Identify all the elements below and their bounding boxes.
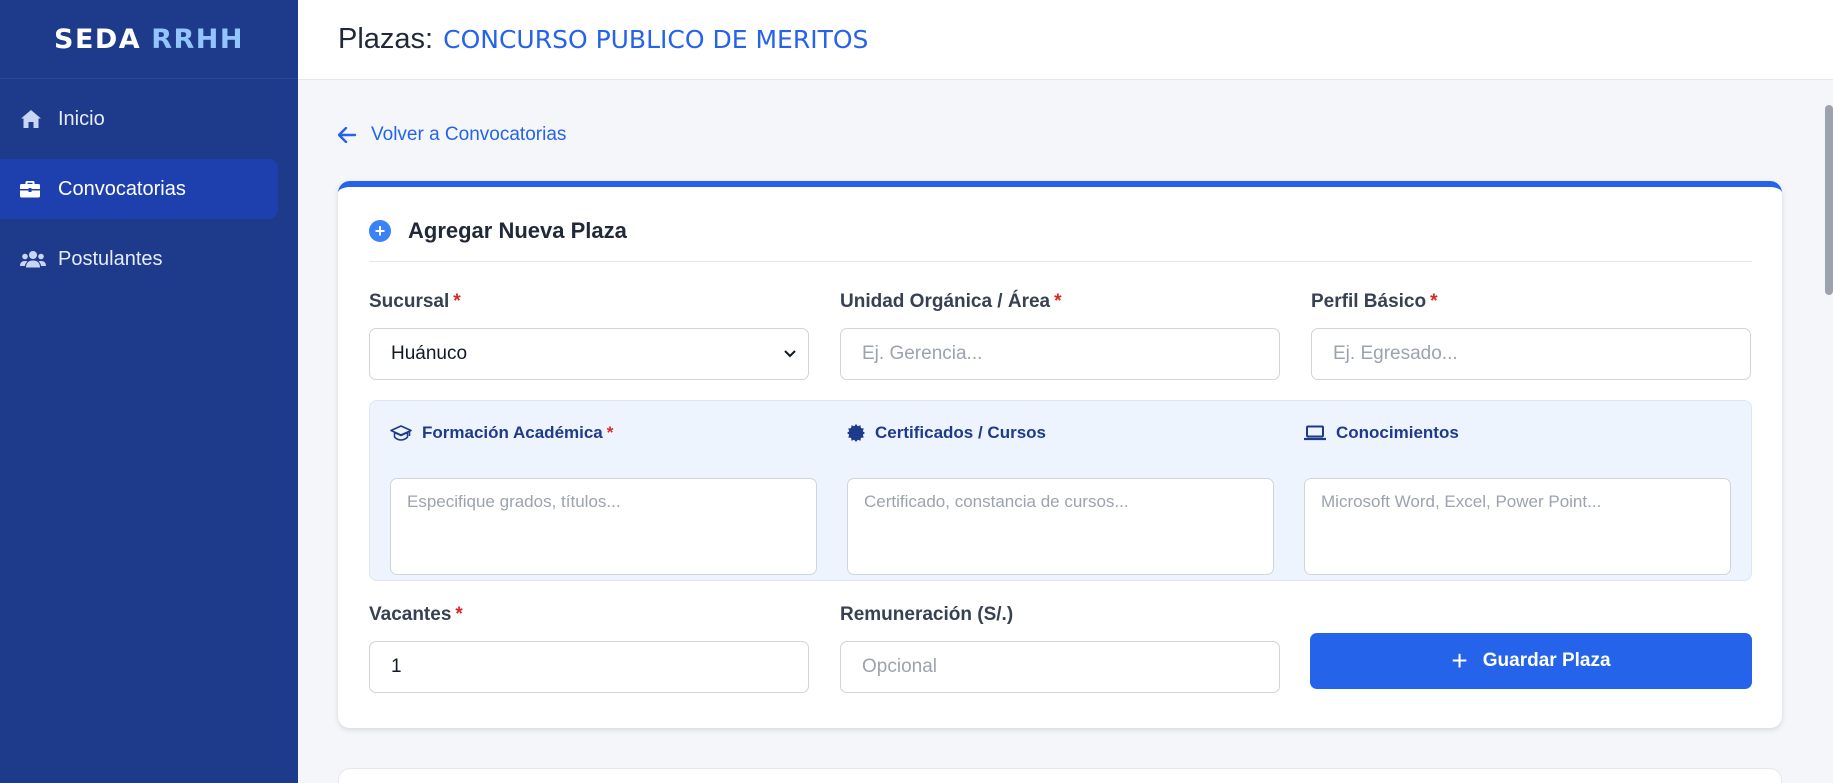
formacion-label: Formación Académica [422, 423, 603, 442]
back-link-label: Volver a Convocatorias [371, 124, 567, 145]
briefcase-icon [20, 180, 48, 198]
unidad-label: Unidad Orgánica / Área [840, 291, 1051, 312]
vacantes-input[interactable]: 1 [369, 641, 809, 693]
users-icon [20, 250, 48, 268]
home-icon [20, 109, 48, 129]
required-mark: * [453, 291, 461, 312]
conocimientos-label: Conocimientos [1336, 423, 1459, 442]
card-title: + Agregar Nueva Plaza [369, 218, 1752, 262]
vacantes-field: Vacantes * 1 [369, 604, 809, 694]
sidebar-item-convocatorias[interactable]: Convocatorias [0, 159, 278, 219]
conocimientos-field: Conocimientos Microsoft Word, Excel, Pow… [1304, 423, 1731, 575]
required-mark: * [1054, 291, 1062, 312]
perfil-label: Perfil Básico [1311, 291, 1427, 312]
scrollbar[interactable] [1825, 80, 1833, 783]
save-plaza-label: Guardar Plaza [1482, 650, 1611, 671]
save-plaza-button[interactable]: + Guardar Plaza [1310, 633, 1752, 689]
sucursal-field: Sucursal * Huánuco [369, 291, 809, 381]
laptop-icon [1304, 425, 1326, 441]
scrollbar-thumb[interactable] [1825, 105, 1833, 295]
requirements-panel: Formación Académica * Especifique grados,… [369, 400, 1752, 581]
chevron-down-icon [784, 350, 796, 358]
page-title-label: Plazas: [338, 23, 434, 55]
sidebar: SEDA RRHH Inicio Convocatorias Postulante… [0, 0, 298, 783]
remuneracion-field: Remuneración (S/.) Opcional [840, 604, 1280, 694]
brand-logo[interactable]: SEDA RRHH [0, 0, 298, 79]
required-mark: * [455, 604, 463, 625]
unidad-field: Unidad Orgánica / Área * Ej. Gerencia... [840, 291, 1280, 381]
sidebar-item-label: Convocatorias [58, 177, 186, 200]
sucursal-value: Huánuco [391, 343, 468, 364]
conocimientos-textarea[interactable]: Microsoft Word, Excel, Power Point... [1304, 478, 1731, 575]
sidebar-nav: Inicio Convocatorias Postulantes [0, 79, 298, 289]
vacantes-label: Vacantes [369, 604, 452, 625]
plus-icon: + [1451, 645, 1468, 676]
certificados-textarea[interactable]: Certificado, constancia de cursos... [847, 478, 1274, 575]
remuneracion-input[interactable]: Opcional [840, 641, 1280, 693]
formacion-field: Formación Académica * Especifique grados,… [390, 423, 817, 575]
sidebar-item-label: Inicio [58, 107, 105, 130]
arrow-left-icon [338, 127, 356, 143]
sucursal-select[interactable]: Huánuco [369, 328, 809, 380]
brand-accent: RRHH [151, 23, 244, 55]
page-header: Plazas: CONCURSO PUBLICO DE MERITOS [298, 0, 1833, 80]
plazas-list-card [338, 768, 1782, 783]
perfil-field: Perfil Básico * Ej. Egresado... [1311, 291, 1751, 381]
card-title-text: Agregar Nueva Plaza [408, 218, 627, 243]
page-title-value: CONCURSO PUBLICO DE MERITOS [443, 25, 869, 54]
plus-circle-icon: + [369, 220, 391, 242]
add-plaza-card: + Agregar Nueva Plaza Sucursal * Huánuco … [338, 181, 1782, 728]
sidebar-item-inicio[interactable]: Inicio [0, 89, 278, 149]
graduation-cap-icon [390, 425, 412, 441]
certificados-field: Certificados / Cursos Certificado, const… [847, 423, 1274, 575]
sucursal-label: Sucursal [369, 291, 450, 312]
required-mark: * [606, 423, 614, 442]
back-link[interactable]: Volver a Convocatorias [338, 124, 566, 146]
brand-name: SEDA [54, 23, 142, 55]
unidad-input[interactable]: Ej. Gerencia... [840, 328, 1280, 380]
remuneracion-label: Remuneración (S/.) [840, 604, 1014, 625]
perfil-input[interactable]: Ej. Egresado... [1311, 328, 1751, 380]
required-mark: * [1430, 291, 1438, 312]
certificate-icon [847, 424, 865, 442]
certificados-label: Certificados / Cursos [875, 423, 1046, 442]
sidebar-item-label: Postulantes [58, 247, 163, 270]
sidebar-item-postulantes[interactable]: Postulantes [0, 229, 278, 289]
formacion-textarea[interactable]: Especifique grados, títulos... [390, 478, 817, 575]
